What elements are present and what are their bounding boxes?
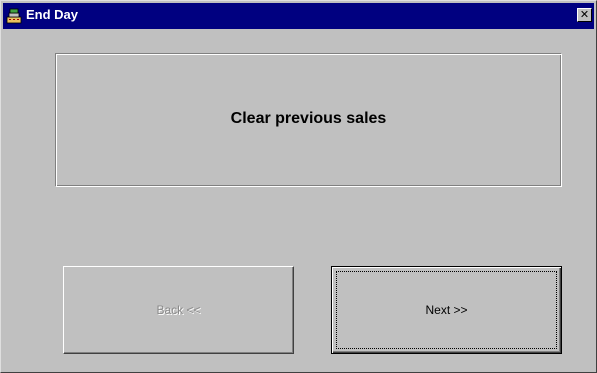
back-button-label: Back << (156, 303, 201, 317)
next-button-label: Next >> (425, 303, 468, 317)
close-button[interactable]: ✕ (577, 8, 592, 22)
close-icon: ✕ (579, 8, 590, 21)
message-text: Clear previous sales (230, 110, 387, 127)
cash-register-icon (6, 8, 22, 24)
back-button[interactable]: Back << (63, 266, 294, 354)
next-button[interactable]: Next >> (331, 266, 562, 354)
end-day-window: End Day ✕ Clear previous sales Back << N… (0, 0, 597, 373)
title-bar[interactable]: End Day ✕ (3, 3, 594, 29)
message-panel: Clear previous sales (55, 53, 562, 187)
window-title: End Day (26, 7, 79, 22)
